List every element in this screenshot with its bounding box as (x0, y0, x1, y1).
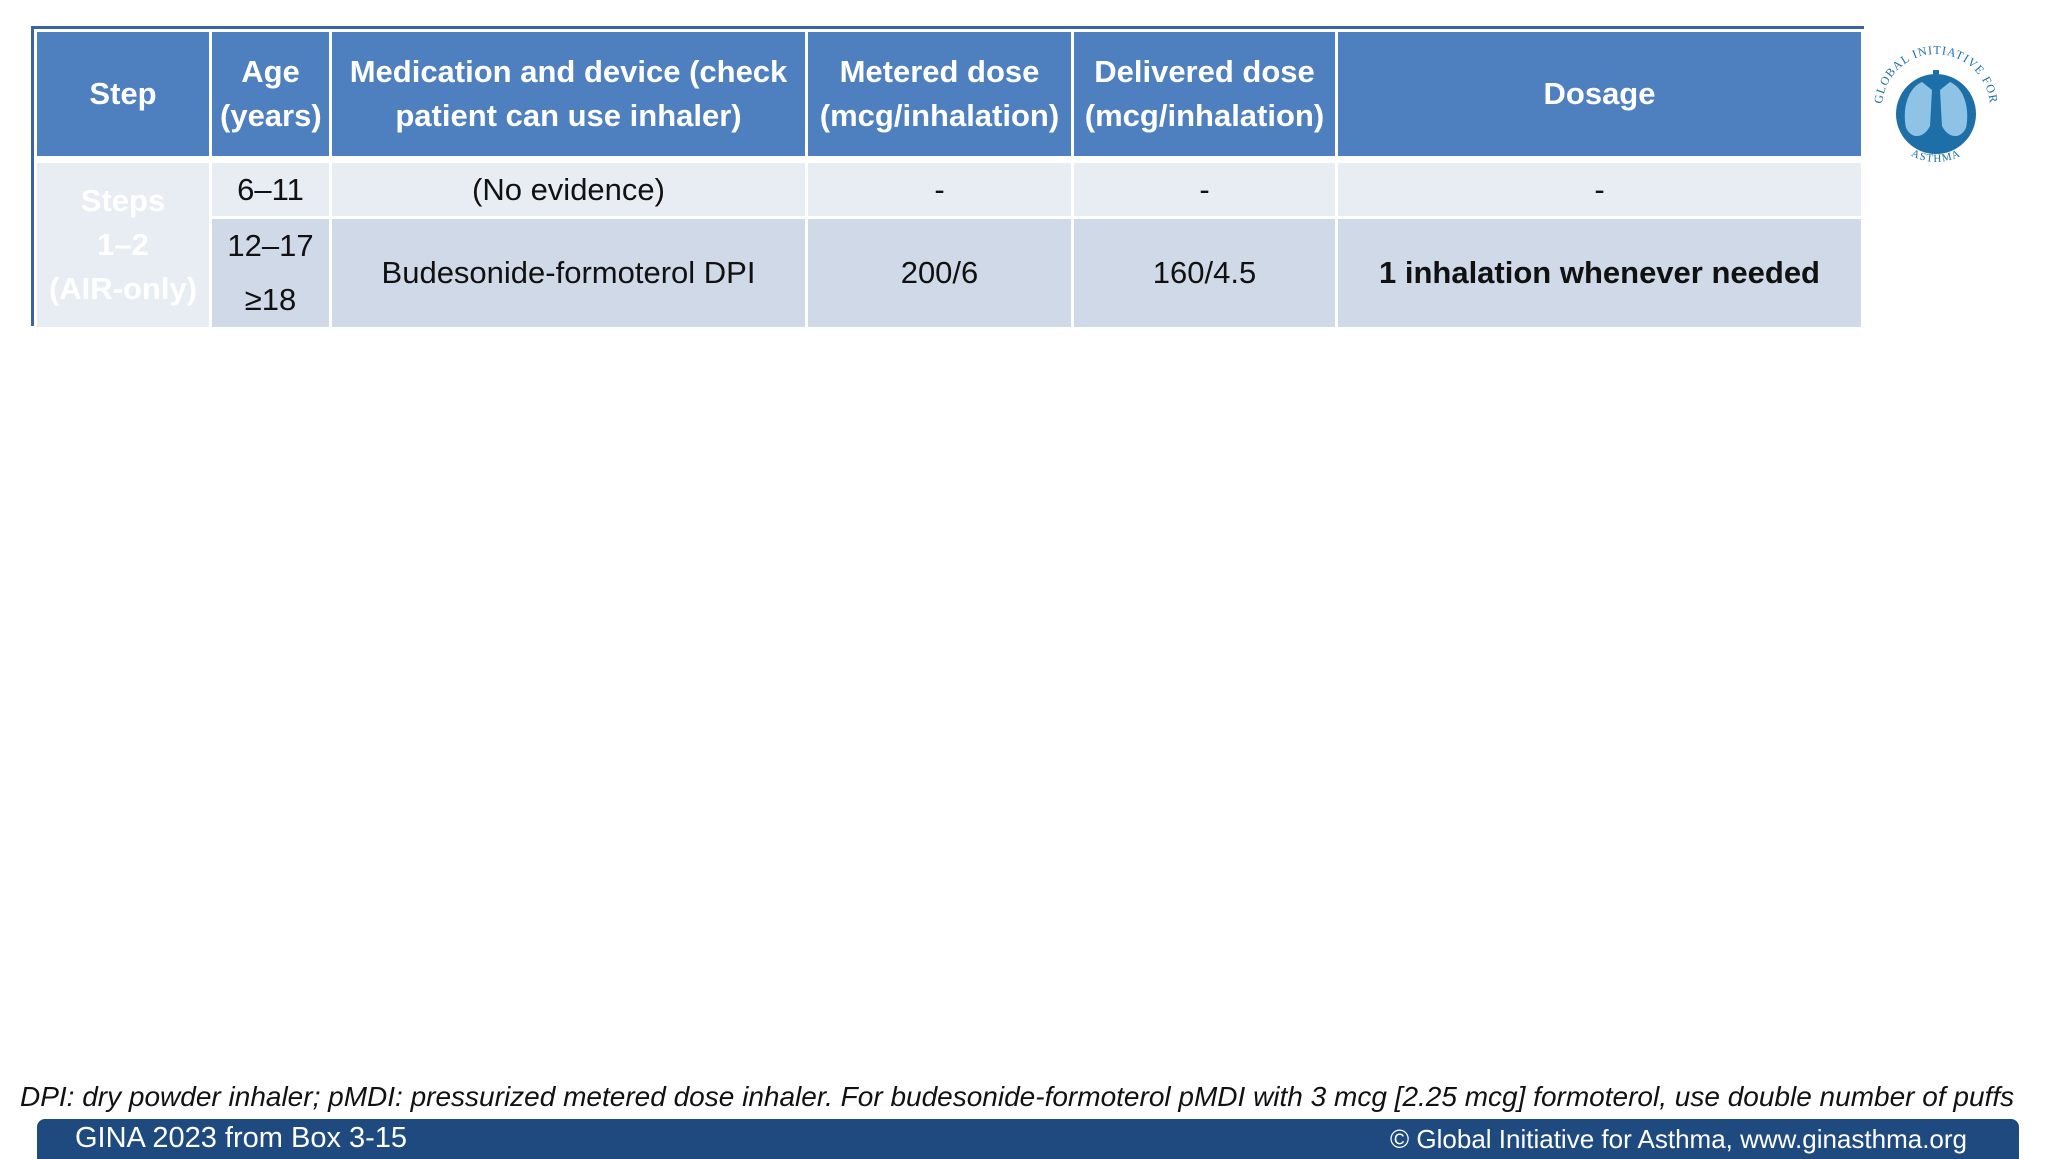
header-medication-line1: Medication and device (check (349, 54, 788, 89)
age-cell: 12–17 ≥18 (209, 216, 332, 330)
dosage-cell: 1 inhalation whenever needed (1335, 216, 1864, 330)
gina-logo: GLOBAL INITIATIVE FOR ASTHMA (1871, 43, 2000, 165)
footer-bar: GINA 2023 from Box 3-15 © Global Initiat… (37, 1119, 2019, 1159)
medication-cell: Budesonide-formoterol DPI (329, 216, 808, 330)
dosage-table-grid: Step Age (years) Medication and device (… (34, 29, 1864, 330)
header-age: Age (years) (209, 29, 332, 161)
metered-cell: - (805, 156, 1074, 219)
metered-cell: 200/6 (805, 216, 1074, 330)
header-dosage: Dosage (1335, 29, 1864, 161)
age-value-a: 12–17 (227, 228, 314, 263)
delivered-cell: 160/4.5 (1071, 216, 1338, 330)
dosage-table: Step Age (years) Medication and device (… (31, 26, 1864, 330)
header-step: Step (34, 29, 212, 161)
header-age-line1: Age (241, 54, 300, 89)
header-metered-line1: Metered dose (839, 54, 1040, 89)
table-row: 12–17 ≥18 Budesonide-formoterol DPI 200/… (36, 216, 1864, 330)
dosage-cell: - (1335, 156, 1864, 219)
header-medication-line2: patient can use inhaler) (395, 98, 742, 133)
footnote: DPI: dry powder inhaler; pMDI: pressuriz… (20, 1081, 2015, 1112)
table-row: Steps 1–2 (AIR-only) 6–11 (No evidence) … (34, 156, 1864, 330)
header-delivered-line1: Delivered dose (1094, 54, 1315, 89)
medication-cell: (No evidence) (329, 156, 808, 219)
step-label-line2: 1–2 (97, 227, 149, 262)
footer-copyright: © Global Initiative for Asthma, www.gina… (1390, 1124, 1967, 1154)
step-cell: Steps 1–2 (AIR-only) (34, 156, 212, 330)
header-metered-dose: Metered dose (mcg/inhalation) (805, 29, 1074, 161)
header-metered-line2: (mcg/inhalation) (819, 98, 1060, 133)
header-medication: Medication and device (check patient can… (329, 29, 808, 161)
header-age-line2: (years) (220, 98, 322, 133)
header-row: Step Age (years) Medication and device (… (34, 29, 1864, 161)
age-cell: 6–11 (209, 156, 332, 219)
age-value-b: ≥18 (244, 282, 297, 317)
footer-source: GINA 2023 from Box 3-15 (75, 1122, 408, 1154)
step-label-line1: Steps (80, 183, 166, 218)
step-label-line3: (AIR-only) (48, 271, 198, 306)
delivered-cell: - (1071, 156, 1338, 219)
header-delivered-dose: Delivered dose (mcg/inhalation) (1071, 29, 1338, 161)
header-delivered-line2: (mcg/inhalation) (1084, 98, 1325, 133)
